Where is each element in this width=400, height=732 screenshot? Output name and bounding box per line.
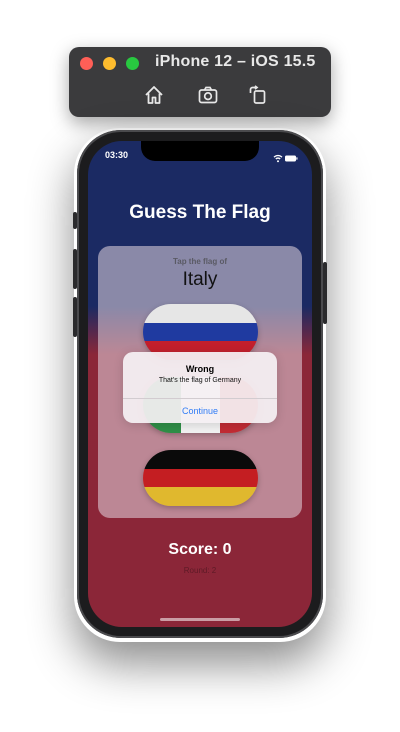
battery-icon [285,155,298,162]
wrong-answer-alert: Wrong That's the flag of Germany Continu… [123,352,277,423]
close-window-button[interactable] [80,57,93,70]
home-indicator [160,618,240,621]
flag-stripe [143,468,258,488]
rotate-icon[interactable] [247,84,269,106]
mute-switch [73,212,77,229]
continue-button[interactable]: Continue [123,399,277,423]
phone-screen: 03:30 Guess The Flag Tap the flag of Ita… [88,141,312,627]
alert-message: That's the flag of Germany [158,377,242,384]
flag-stripe [143,487,258,506]
app-title: Guess The Flag [129,202,271,223]
prompt-label: Tap the flag of [172,257,228,266]
screenshot-icon[interactable] [197,84,219,106]
wifi-icon [273,154,283,163]
status-icons [270,150,298,163]
power-button [323,262,327,324]
volume-down-button [73,297,77,337]
flag-stripe [143,450,258,469]
notch [141,141,259,161]
flag-stripe [143,304,258,323]
target-country: Italy [182,269,218,290]
zoom-window-button[interactable] [126,57,139,70]
volume-up-button [73,249,77,289]
simulator-title: iPhone 12 – iOS 15.5 [155,53,316,70]
flag-button-germany[interactable] [143,450,258,506]
simulator-toolbar: iPhone 12 – iOS 15.5 [69,47,331,117]
home-icon[interactable] [143,84,165,106]
status-time: 03:30 [105,150,129,160]
flag-stripe [143,322,258,342]
alert-title: Wrong [185,364,215,374]
score-label: Score: 0 [168,541,232,558]
round-label: Round: 2 [183,566,217,575]
minimize-window-button[interactable] [103,57,116,70]
